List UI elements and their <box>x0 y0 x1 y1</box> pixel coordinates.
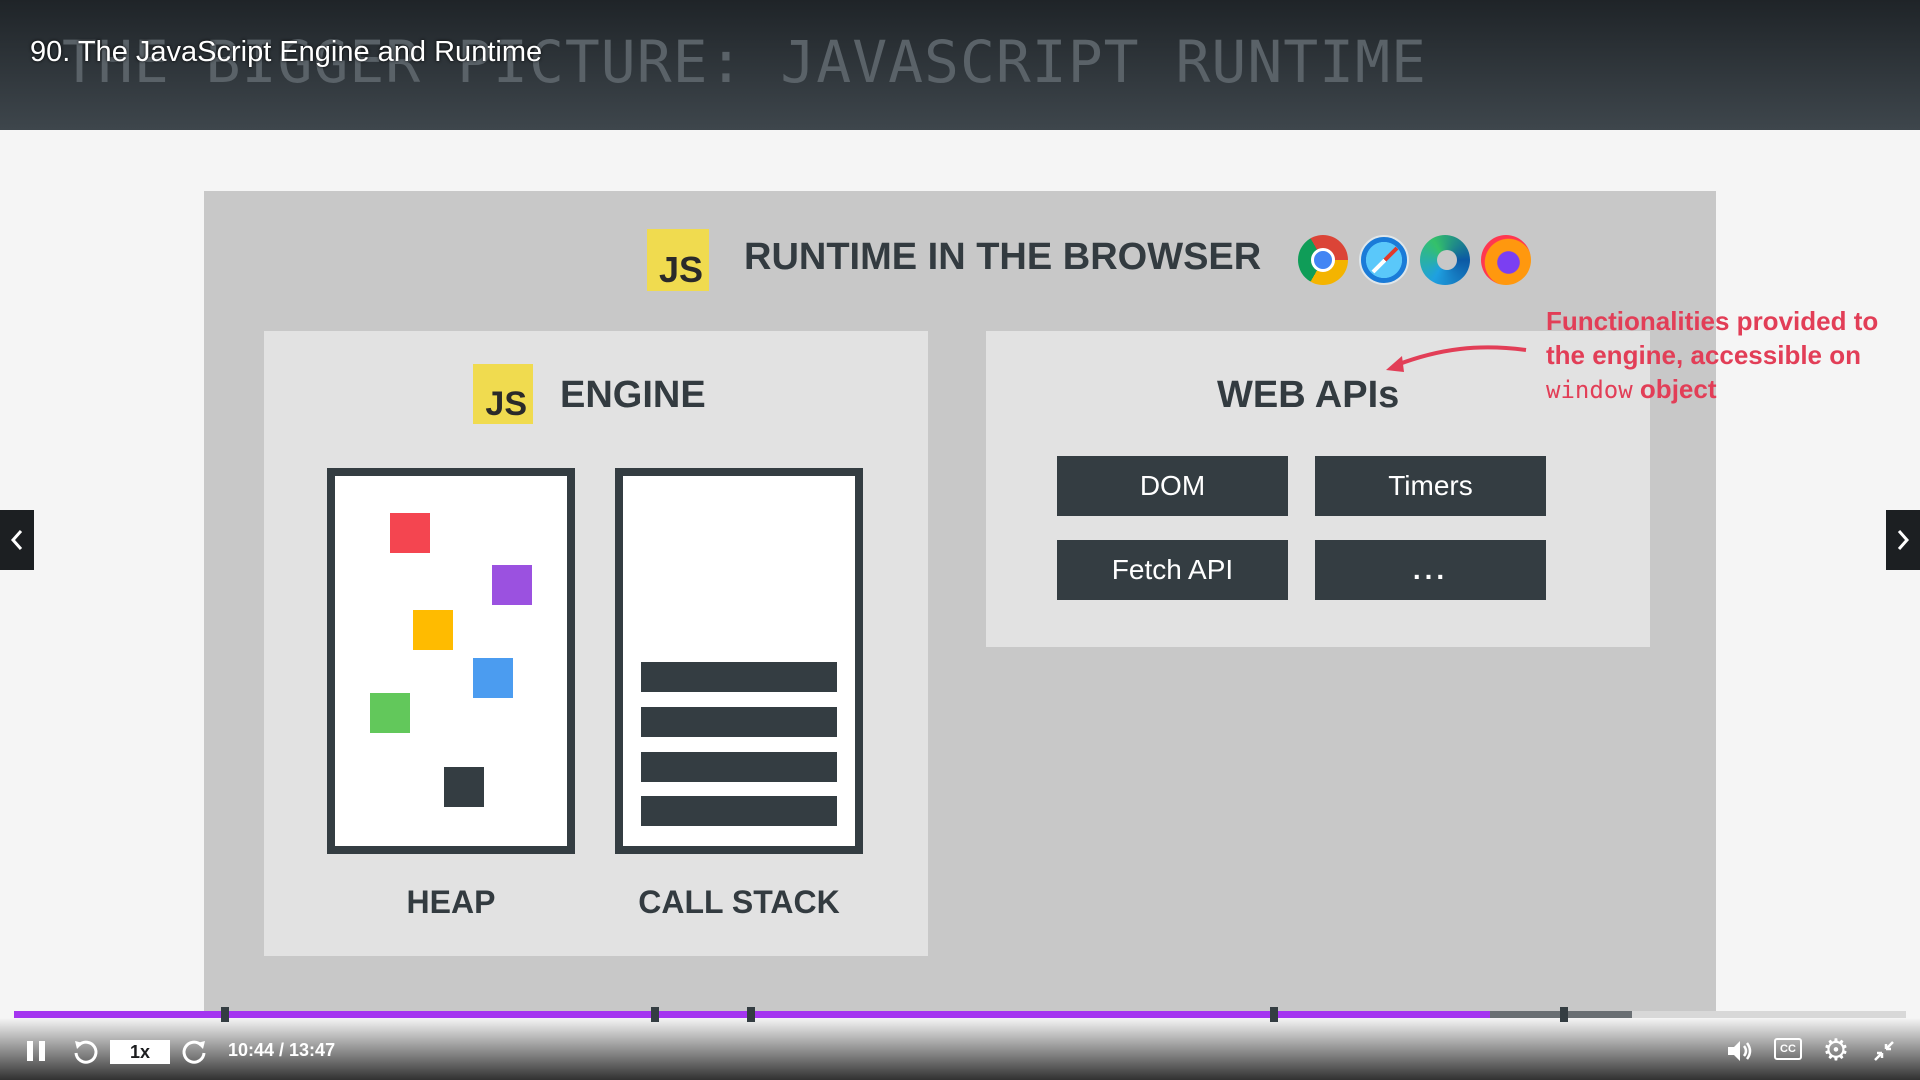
annotation-line: Functionalities provided to <box>1546 306 1879 336</box>
annotation-line: the engine, accessible on <box>1546 340 1861 370</box>
runtime-title: RUNTIME IN THE BROWSER <box>744 236 1262 278</box>
chapter-marker[interactable] <box>651 1007 659 1022</box>
captions-icon[interactable]: CC <box>1774 1038 1802 1060</box>
volume-button[interactable] <box>1724 1036 1756 1066</box>
heap-object <box>390 513 430 553</box>
lecture-title: 90. The JavaScript Engine and Runtime <box>30 36 543 68</box>
heap-object <box>370 693 410 733</box>
heap-object <box>473 658 513 698</box>
safari-icon <box>1359 235 1409 285</box>
pause-icon <box>27 1041 33 1061</box>
pause-icon <box>39 1041 45 1061</box>
web-api-fetch: Fetch API <box>1057 540 1288 600</box>
stack-frame <box>641 707 837 737</box>
js-logo-icon: JS <box>473 364 533 424</box>
stack-frame <box>641 662 837 692</box>
stack-frame <box>641 796 837 826</box>
call-stack-label: CALL STACK <box>638 884 840 920</box>
engine-title: ENGINE <box>560 374 706 416</box>
chapter-marker[interactable] <box>1560 1007 1568 1022</box>
heap-label: HEAP <box>406 884 496 920</box>
previous-lecture-button[interactable] <box>0 510 34 570</box>
chevron-left-icon <box>10 530 23 550</box>
annotation-tail: object <box>1632 374 1717 404</box>
web-apis-title: WEB APIs <box>1217 374 1400 416</box>
annotation-arrow-icon <box>1386 345 1527 372</box>
annotation-line: window object <box>1546 372 1886 407</box>
chrome-icon <box>1298 235 1348 285</box>
heap-object <box>492 565 532 605</box>
chapter-marker[interactable] <box>747 1007 755 1022</box>
volume-icon <box>1728 1041 1752 1061</box>
web-api-dom: DOM <box>1057 456 1288 516</box>
stack-frame <box>641 752 837 782</box>
next-lecture-button[interactable] <box>1886 510 1920 570</box>
heap-object <box>413 610 453 650</box>
exit-fullscreen-icon[interactable] <box>1868 1036 1900 1066</box>
chapter-marker[interactable] <box>1270 1007 1278 1022</box>
edge-icon <box>1420 235 1470 285</box>
js-logo-icon: JS <box>647 229 709 291</box>
web-api-timers: Timers <box>1315 456 1546 516</box>
playback-speed-button[interactable]: 1x <box>110 1040 170 1064</box>
firefox-icon <box>1481 235 1531 285</box>
pause-button[interactable] <box>24 1036 48 1066</box>
forward-icon <box>182 1040 206 1064</box>
rewind-button[interactable] <box>68 1034 102 1068</box>
annotation-text: Functionalities provided to the engine, … <box>1546 304 1886 407</box>
web-api-more: ... <box>1315 540 1546 600</box>
time-display: 10:44 / 13:47 <box>228 1040 336 1060</box>
collapse-arrows-icon <box>1874 1041 1894 1061</box>
chapter-marker[interactable] <box>221 1007 229 1022</box>
annotation-code: window <box>1546 376 1633 404</box>
chevron-right-icon <box>1897 530 1910 550</box>
forward-button[interactable] <box>178 1034 212 1068</box>
heap-object <box>444 767 484 807</box>
settings-gear-icon[interactable]: ⚙ <box>1820 1034 1852 1067</box>
rewind-icon <box>74 1040 98 1064</box>
